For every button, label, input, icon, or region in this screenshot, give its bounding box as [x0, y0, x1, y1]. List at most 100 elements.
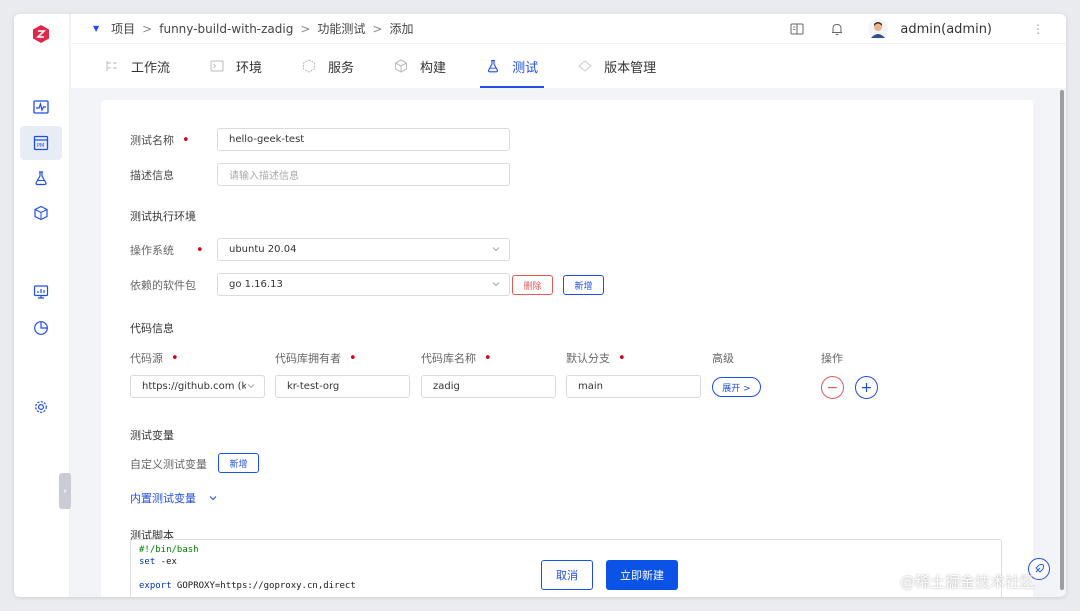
script-keyword: export	[139, 581, 172, 591]
repo-col-source: 代码源 •	[130, 350, 179, 366]
tab-label: 服务	[328, 60, 355, 76]
deps-label: 依赖的软件包	[130, 279, 196, 292]
required-mark: •	[182, 133, 190, 148]
repo-col-advanced: 高级	[712, 352, 734, 365]
flask-icon	[486, 59, 500, 73]
app-window: PM › ▼ 项目 > funny-build-with-zadig > 功能测…	[14, 14, 1066, 597]
tab-service[interactable]: 服务	[296, 44, 360, 88]
dashboard-icon[interactable]	[28, 279, 54, 305]
breadcrumb-item-project[interactable]: 项目	[111, 20, 135, 37]
tab-label: 测试	[512, 60, 539, 76]
tab-environment[interactable]: 环境	[204, 44, 268, 88]
service-icon	[302, 59, 316, 73]
zadig-logo[interactable]	[31, 24, 51, 44]
env-section-title: 测试执行环境	[130, 210, 196, 223]
required-mark: •	[618, 351, 626, 366]
top-right-area: admin(admin) ⋮	[790, 14, 1066, 44]
tab-version[interactable]: 版本管理	[572, 44, 662, 88]
chevron-down-icon	[246, 381, 256, 394]
delete-dependency-button[interactable]: 删除	[512, 275, 553, 295]
builtin-vars-toggle[interactable]: 内置测试变量	[130, 490, 218, 506]
breadcrumb-separator: >	[142, 21, 153, 36]
repo-col-branch: 默认分支 •	[566, 350, 626, 366]
os-select-value: ubuntu 20.04	[229, 244, 297, 255]
custom-vars-label: 自定义测试变量	[130, 458, 207, 471]
page-scrollbar[interactable]	[1060, 90, 1064, 590]
minus-icon: −	[826, 379, 839, 396]
repo-branch-input[interactable]: main	[566, 375, 701, 398]
required-mark: •	[171, 351, 179, 366]
breadcrumb-separator: >	[300, 21, 311, 36]
top-bar: ▼ 项目 > funny-build-with-zadig > 功能测试 > 添…	[71, 14, 1066, 44]
repo-source-select[interactable]: https://github.com (kr-t	[130, 375, 265, 398]
flask-icon[interactable]	[28, 165, 54, 191]
caret-down-icon[interactable]: ▼	[93, 24, 99, 33]
repo-col-owner: 代码库拥有者 •	[275, 350, 357, 366]
repo-section-title: 代码信息	[130, 322, 174, 335]
column-header: 默认分支	[566, 352, 610, 365]
add-repo-button[interactable]: +	[855, 376, 878, 399]
bell-icon[interactable]	[830, 22, 844, 36]
breadcrumb-item-current: 添加	[389, 22, 414, 36]
vars-section-title: 测试变量	[130, 429, 174, 442]
more-vertical-icon[interactable]: ⋮	[1032, 22, 1044, 36]
label-text: 操作系统	[130, 244, 174, 257]
breadcrumb: ▼ 项目 > funny-build-with-zadig > 功能测试 > 添…	[93, 20, 414, 37]
description-input[interactable]: 请输入描述信息	[217, 163, 510, 186]
test-name-input[interactable]: hello-geek-test	[217, 128, 510, 151]
user-name[interactable]: admin(admin)	[900, 22, 992, 37]
version-icon	[578, 59, 592, 73]
project-manage-icon[interactable]: PM	[20, 126, 62, 160]
monitor-pulse-icon[interactable]	[28, 94, 54, 120]
tab-label: 构建	[420, 60, 447, 76]
repo-col-name: 代码库名称 •	[421, 350, 492, 366]
script-keyword: set	[139, 557, 156, 567]
svg-text:PM: PM	[37, 143, 44, 149]
watermark: @稀土掘金技术社区	[900, 573, 1036, 591]
tab-test[interactable]: 测试	[480, 44, 545, 88]
sidebar: PM ›	[14, 14, 71, 597]
breadcrumb-item-test[interactable]: 功能测试	[317, 20, 365, 37]
add-dependency-button[interactable]: 新增	[563, 275, 604, 295]
column-header: 代码源	[130, 352, 163, 365]
create-button[interactable]: 立即新建	[606, 560, 678, 590]
avatar[interactable]	[868, 19, 889, 39]
os-select[interactable]: ubuntu 20.04	[217, 238, 510, 261]
workflow-icon	[105, 59, 119, 73]
script-line: #!/bin/bash	[139, 545, 199, 555]
column-header: 代码库拥有者	[275, 352, 341, 365]
remove-repo-button[interactable]: −	[821, 376, 844, 399]
docs-icon[interactable]	[790, 22, 804, 36]
package-icon[interactable]	[28, 200, 54, 226]
required-mark: •	[484, 351, 492, 366]
required-mark: •	[196, 243, 204, 258]
sidebar-collapse-handle[interactable]: ›	[59, 473, 71, 509]
chevron-down-icon	[491, 244, 501, 257]
label-text: 测试名称	[130, 134, 174, 147]
environment-icon	[210, 59, 224, 73]
settings-gear-icon[interactable]	[28, 394, 54, 420]
os-label: 操作系统 •	[130, 242, 204, 258]
repo-owner-input[interactable]: kr-test-org	[275, 375, 410, 398]
deps-select[interactable]: go 1.16.13	[217, 273, 510, 296]
breadcrumb-separator: >	[372, 21, 383, 36]
tab-label: 工作流	[131, 60, 171, 76]
build-icon	[394, 59, 408, 73]
plus-icon: +	[860, 379, 873, 396]
tab-label: 版本管理	[604, 60, 657, 76]
required-mark: •	[349, 351, 357, 366]
cancel-button[interactable]: 取消	[541, 560, 593, 590]
expand-advanced-button[interactable]: 展开 >	[712, 377, 761, 397]
repo-col-actions: 操作	[821, 352, 843, 365]
builtin-vars-label: 内置测试变量	[130, 492, 196, 505]
pie-chart-icon[interactable]	[28, 315, 54, 341]
repo-name-input[interactable]: zadig	[421, 375, 556, 398]
breadcrumb-item-product[interactable]: funny-build-with-zadig	[159, 22, 293, 36]
add-custom-var-button[interactable]: 新增	[218, 453, 259, 473]
deps-select-value: go 1.16.13	[229, 279, 283, 290]
test-name-label: 测试名称 •	[130, 132, 190, 148]
module-tabs: 工作流 环境 服务 构建 测试 版本管理	[71, 44, 1066, 88]
tab-workflow[interactable]: 工作流	[99, 44, 176, 88]
tab-build[interactable]: 构建	[388, 44, 452, 88]
chevron-down-icon	[208, 493, 218, 506]
